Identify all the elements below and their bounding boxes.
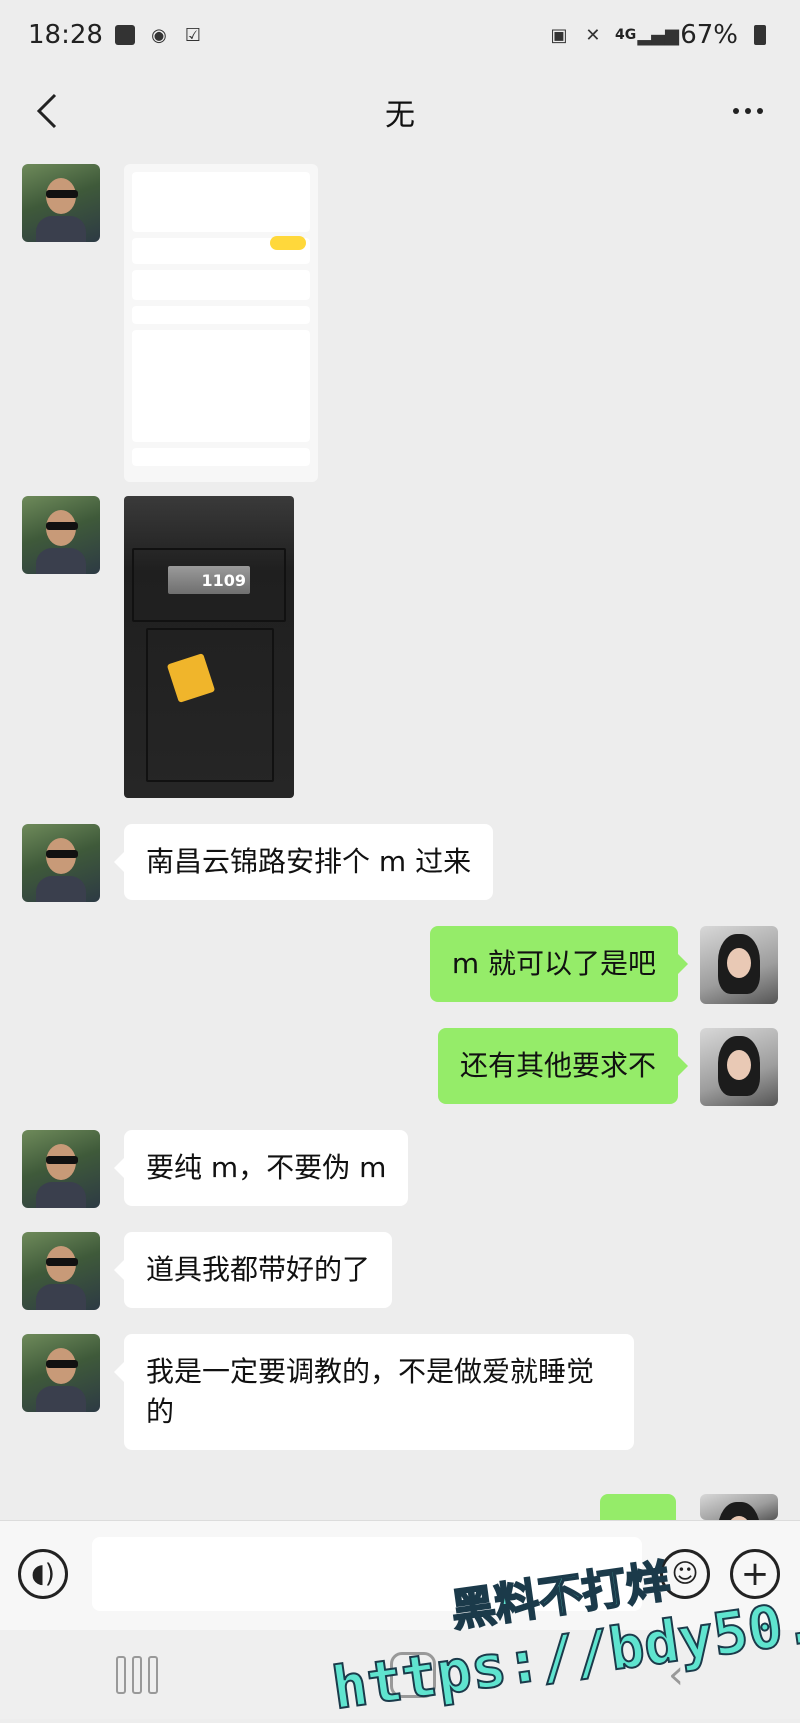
message-input[interactable]: [92, 1537, 642, 1611]
home-button[interactable]: [390, 1651, 436, 1698]
voice-button[interactable]: ◖): [18, 1549, 68, 1599]
avatar[interactable]: [22, 496, 100, 574]
screenshot-image[interactable]: [124, 164, 318, 482]
voice-icon: ◖): [31, 1559, 55, 1589]
room-number-plate: 1109: [168, 566, 250, 594]
chat-title: 无: [385, 98, 415, 133]
emoji-button[interactable]: ☺: [660, 1549, 710, 1599]
message-row: 南昌云锦路安排个 m 过来: [0, 824, 800, 904]
system-nav-bar: ‹: [0, 1630, 800, 1719]
more-dots-icon: [733, 108, 739, 114]
message-row-partial: [0, 1494, 800, 1520]
avatar[interactable]: [22, 824, 100, 902]
message-row: 要纯 m，不要伪 m: [0, 1130, 800, 1210]
mute-icon: ✕: [585, 24, 601, 46]
door-photo[interactable]: 1109: [124, 496, 294, 798]
message-row: m 就可以了是吧: [0, 926, 800, 1006]
avatar[interactable]: [22, 1130, 100, 1208]
system-back-button[interactable]: ‹: [668, 1652, 684, 1698]
message-image-door: 1109: [0, 496, 800, 800]
message-bubble[interactable]: 南昌云锦路安排个 m 过来: [113, 824, 494, 900]
more-dot: [745, 108, 751, 114]
weibo-icon: ◉: [151, 24, 167, 46]
avatar[interactable]: [22, 1334, 100, 1412]
recent-apps-button[interactable]: [116, 1655, 158, 1694]
signal-icon: ▂▄▆: [637, 24, 679, 46]
input-bar: ◖) ☺ +: [0, 1520, 800, 1631]
message-image-screenshot: [0, 164, 800, 484]
message-bubble[interactable]: m 就可以了是吧: [429, 926, 689, 1002]
message-row: 我是一定要调教的，不是做爱就睡觉的: [0, 1334, 800, 1474]
plus-button[interactable]: +: [730, 1549, 780, 1599]
battery-percent: 67%: [680, 20, 738, 50]
avatar[interactable]: [700, 1028, 778, 1106]
message-row: 道具我都带好的了: [0, 1232, 800, 1312]
avatar[interactable]: [22, 164, 100, 242]
back-button[interactable]: [22, 86, 72, 136]
message-bubble[interactable]: 还有其他要求不: [437, 1028, 689, 1104]
more-button[interactable]: [718, 86, 778, 136]
system-back-icon: ‹: [668, 1651, 684, 1698]
chat-header: 无: [0, 70, 800, 154]
status-bar: 18:28 ◉ ☑ ▣ ✕ 4G ▂▄▆ 67%: [0, 0, 800, 70]
message-bubble-partial[interactable]: [600, 1494, 676, 1520]
more-dot: [757, 108, 763, 114]
avatar[interactable]: [700, 1494, 778, 1520]
chevron-left-icon: [36, 93, 57, 129]
status-time: 18:28: [28, 20, 103, 50]
message-bubble[interactable]: 我是一定要调教的，不是做爱就睡觉的: [114, 1334, 634, 1450]
gallery-icon: [113, 23, 137, 47]
emoji-icon: ☺: [671, 1559, 699, 1589]
recent-apps-bar: [148, 1655, 158, 1694]
avatar[interactable]: [22, 1232, 100, 1310]
recent-apps-icon: [116, 1655, 126, 1694]
message-bubble[interactable]: 要纯 m，不要伪 m: [113, 1130, 409, 1206]
avatar[interactable]: [700, 926, 778, 1004]
network-type: 4G: [614, 27, 637, 43]
message-row: 还有其他要求不: [0, 1028, 800, 1108]
recent-apps-bar: [132, 1655, 142, 1694]
battery-icon: [748, 23, 772, 47]
message-bubble[interactable]: 道具我都带好的了: [113, 1232, 393, 1308]
message-list[interactable]: 1109 南昌云锦路安排个 m 过来 m 就可以了是吧 还有其他要求不 要纯 m…: [0, 154, 800, 1520]
plus-icon: +: [740, 1554, 770, 1594]
check-icon: ☑: [184, 24, 201, 46]
lock-icon: ▣: [550, 24, 568, 46]
